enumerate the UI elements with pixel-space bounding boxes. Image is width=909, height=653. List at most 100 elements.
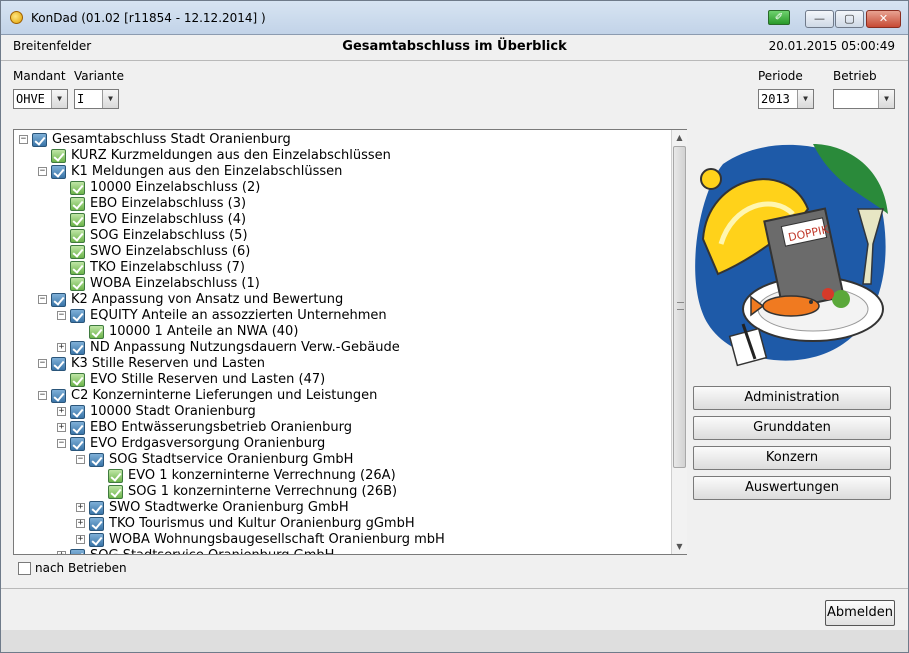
tree-node-label: K3 Stille Reserven und Lasten [71,356,266,371]
tree-node-label: EVO Stille Reserven und Lasten (47) [90,372,326,387]
expand-icon[interactable]: + [57,423,66,432]
edit-icon[interactable]: ✐ [768,10,790,25]
tree-node-label: TKO Tourismus und Kultur Oranienburg gGm… [109,516,415,531]
mandant-value: OHVE [16,92,45,106]
tree-node-label: SOG Einzelabschluss (5) [90,228,248,243]
variante-label: Variante [74,69,124,83]
tree-node-label: KURZ Kurzmeldungen aus den Einzelabschlü… [71,148,391,163]
check-icon [89,501,104,515]
check-icon [70,421,85,435]
check-icon [70,549,85,554]
periode-value: 2013 [761,92,790,106]
tree-node-label: SWO Stadtwerke Oranienburg GmbH [109,500,349,515]
tree-node-label: EBO Einzelabschluss (3) [90,196,247,211]
tree-node-label: SOG Stadtservice Oranienburg GmbH [90,548,334,554]
collapse-icon[interactable]: − [57,439,66,448]
tree-node-label: EVO Erdgasversorgung Oranienburg [90,436,326,451]
tree-node-label: K2 Anpassung von Ansatz und Bewertung [71,292,344,307]
collapse-icon[interactable]: − [57,311,66,320]
check-icon [32,133,47,147]
status-strip [1,630,908,652]
title-bar: KonDad (01.02 [r11854 - 12.12.2014] ) ✐ … [1,1,908,35]
tree-node-label: EQUITY Anteile an assozzierten Unternehm… [90,308,387,323]
tree-node-label: EBO Entwässerungsbetrieb Oranienburg [90,420,352,435]
mandant-select[interactable]: OHVE ▼ [13,89,68,109]
check-icon [51,165,66,179]
tree-node-label: TKO Einzelabschluss (7) [90,260,245,275]
check-icon [89,517,104,531]
check-icon [51,357,66,371]
auswertungen-button[interactable]: Auswertungen [693,476,891,500]
expand-icon[interactable]: + [57,551,66,554]
tree-view[interactable]: − Gesamtabschluss Stadt Oranienburg KURZ K… [13,129,687,555]
check-icon [70,261,85,275]
variante-value: I [77,92,85,106]
collapse-icon[interactable]: − [38,391,47,400]
tree-node-label: 10000 Einzelabschluss (2) [90,180,261,195]
check-icon [70,341,85,355]
tree-node-label: ND Anpassung Nutzungsdauern Verw.-Gebäud… [90,340,400,355]
check-icon [51,389,66,403]
tree-node-label: EVO Einzelabschluss (4) [90,212,247,227]
check-icon [89,453,104,467]
chevron-down-icon[interactable]: ▼ [797,90,813,108]
scroll-thumb[interactable] [673,146,686,468]
expand-icon[interactable]: + [76,535,85,544]
nach-betrieben-label: nach Betrieben [35,561,127,575]
betrieb-label: Betrieb [833,69,877,83]
tree-node-label: EVO 1 konzerninterne Verrechnung (26A) [128,468,396,483]
expand-icon[interactable]: + [76,519,85,528]
tree-node-label: C2 Konzerninterne Lieferungen und Leistu… [71,388,378,403]
nach-betrieben-checkbox[interactable] [18,562,31,575]
periode-select[interactable]: 2013 ▼ [758,89,814,109]
abmelden-button[interactable]: Abmelden [825,600,895,626]
tree-node-label: SWO Einzelabschluss (6) [90,244,251,259]
check-icon [70,181,85,195]
tree-node-label: SOG Stadtservice Oranienburg GmbH [109,452,354,467]
close-button[interactable]: ✕ [866,10,901,28]
grip-icon [677,302,684,310]
check-icon [70,197,85,211]
check-icon [70,309,85,323]
tree-node-label: WOBA Einzelabschluss (1) [90,276,260,291]
tree-node-label: 10000 Stadt Oranienburg [90,404,256,419]
tree-node-label: WOBA Wohnungsbaugesellschaft Oranienburg… [109,532,445,547]
header-divider [1,60,908,61]
collapse-icon[interactable]: − [76,455,85,464]
collapse-icon[interactable]: − [19,135,28,144]
check-icon [108,469,123,483]
chevron-down-icon[interactable]: ▼ [51,90,67,108]
maximize-button[interactable]: ▢ [835,10,864,28]
tree-scrollbar[interactable]: ▲ ▼ [671,130,687,554]
check-icon [108,485,123,499]
collapse-icon[interactable]: − [38,167,47,176]
check-icon [89,533,104,547]
tree-node-label: Gesamtabschluss Stadt Oranienburg [52,132,291,147]
chevron-down-icon[interactable]: ▼ [102,90,118,108]
grunddaten-button[interactable]: Grunddaten [693,416,891,440]
check-icon [70,277,85,291]
scroll-up-icon[interactable]: ▲ [672,130,687,145]
scroll-down-icon[interactable]: ▼ [672,539,687,554]
collapse-icon[interactable]: − [38,295,47,304]
collapse-icon[interactable]: − [38,359,47,368]
main-window: KonDad (01.02 [r11854 - 12.12.2014] ) ✐ … [0,0,909,653]
tree-node-label: K1 Meldungen aus den Einzelabschlüssen [71,164,343,179]
timestamp: 20.01.2015 05:00:49 [768,39,895,53]
window-title: KonDad (01.02 [r11854 - 12.12.2014] ) [31,11,266,25]
variante-select[interactable]: I ▼ [74,89,119,109]
chevron-down-icon[interactable]: ▼ [878,90,894,108]
user-name: Breitenfelder [13,39,92,53]
check-icon [70,213,85,227]
mandant-label: Mandant [13,69,66,83]
expand-icon[interactable]: + [57,407,66,416]
minimize-button[interactable]: — [805,10,834,28]
konzern-button[interactable]: Konzern [693,446,891,470]
betrieb-select[interactable]: ▼ [833,89,895,109]
expand-icon[interactable]: + [57,343,66,352]
check-icon [70,229,85,243]
administration-button[interactable]: Administration [693,386,891,410]
check-icon [70,437,85,451]
expand-icon[interactable]: + [76,503,85,512]
check-icon [70,373,85,387]
